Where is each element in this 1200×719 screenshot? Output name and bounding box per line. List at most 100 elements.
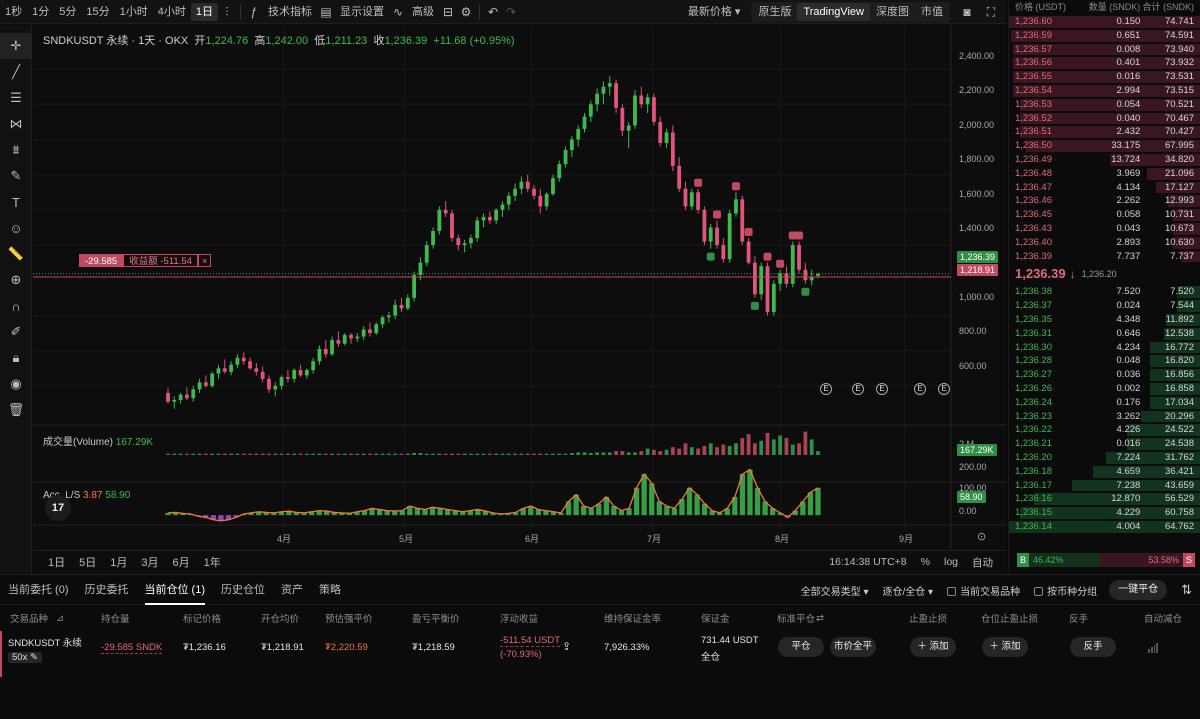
current-symbol-checkbox[interactable]: 当前交易品种 — [947, 583, 1020, 598]
range-1m[interactable]: 1月 — [103, 554, 134, 570]
view-native[interactable]: 原生版 — [752, 3, 797, 21]
camera-icon[interactable]: ◙ — [958, 3, 976, 21]
ask-row[interactable]: 1,236.56 0.401 73.932 — [1009, 56, 1200, 70]
bid-row[interactable]: 1,236.18 4.659 36.421 — [1009, 465, 1200, 479]
group-by-coin-checkbox[interactable]: 按币种分组 — [1034, 583, 1097, 598]
log-toggle[interactable]: log — [937, 556, 965, 568]
price-type-select[interactable]: 最新价格 ▾ — [683, 3, 746, 21]
bid-row[interactable]: 1,236.27 0.036 16.856 — [1009, 368, 1200, 382]
ask-row[interactable]: 1,236.40 2.893 10.630 — [1009, 236, 1200, 250]
interval-1d[interactable]: 1日 — [190, 2, 218, 21]
bid-row[interactable]: 1,236.26 0.002 16.858 — [1009, 382, 1200, 396]
brush-icon[interactable]: ✎ — [0, 163, 32, 189]
earnings-badge[interactable]: E — [938, 383, 950, 395]
pattern-icon[interactable]: ⋈ — [0, 111, 32, 137]
ask-row[interactable]: 1,236.55 0.016 73.531 — [1009, 70, 1200, 84]
gear-icon[interactable]: ⚙ — [457, 3, 475, 21]
bid-row[interactable]: 1,236.15 4.229 60.758 — [1009, 506, 1200, 520]
range-1d[interactable]: 1日 — [41, 554, 72, 570]
bid-row[interactable]: 1,236.14 4.004 64.762 — [1009, 520, 1200, 534]
interval-1m[interactable]: 1分 — [27, 3, 54, 21]
range-3m[interactable]: 3月 — [134, 554, 165, 570]
undo-icon[interactable]: ↶ — [484, 3, 502, 21]
ask-row[interactable]: 1,236.60 0.150 74.741 — [1009, 15, 1200, 29]
ask-row[interactable]: 1,236.49 13.724 34.820 — [1009, 153, 1200, 167]
view-tradingview[interactable]: TradingView — [797, 2, 870, 21]
range-1y[interactable]: 1年 — [197, 554, 228, 570]
lock-drawings-icon[interactable]: ✐ — [0, 319, 32, 345]
share-icon[interactable]: ⇪ — [562, 640, 571, 653]
advanced-button[interactable]: 高级 — [407, 3, 439, 21]
bid-row[interactable]: 1,236.37 0.024 7.544 — [1009, 299, 1200, 313]
ask-row[interactable]: 1,236.57 0.008 73.940 — [1009, 43, 1200, 57]
candle-style-icon[interactable]: ⫶ — [218, 3, 236, 21]
display-settings-button[interactable]: 显示设置 — [335, 3, 389, 21]
interval-4h[interactable]: 4小时 — [153, 3, 191, 21]
emoji-icon[interactable]: ☺ — [0, 215, 32, 241]
tab-open-orders[interactable]: 当前委托 (0) — [8, 575, 69, 605]
bid-row[interactable]: 1,236.22 4.226 24.522 — [1009, 423, 1200, 437]
zoom-in-icon[interactable]: ⊕ — [0, 267, 32, 293]
tab-position-history[interactable]: 历史仓位 — [221, 575, 265, 605]
earnings-badge[interactable]: E — [820, 383, 832, 395]
bid-row[interactable]: 1,236.20 7.224 31.762 — [1009, 451, 1200, 465]
ask-row[interactable]: 1,236.59 0.651 74.591 — [1009, 29, 1200, 43]
view-depth[interactable]: 深度图 — [870, 3, 915, 21]
leverage-badge[interactable]: 50x ✎ — [8, 651, 42, 663]
horizontal-lines-icon[interactable]: ☰ — [0, 85, 32, 111]
range-5d[interactable]: 5日 — [72, 554, 103, 570]
lock-icon[interactable]: 🔒︎ — [0, 345, 32, 371]
margin-mode-select[interactable]: 逐仓/全仓 ▾ — [883, 583, 934, 598]
trade-type-select[interactable]: 全部交易类型 ▾ — [801, 583, 869, 598]
time-settings-icon[interactable]: ⊙ — [977, 530, 986, 543]
ruler-icon[interactable]: 📏 — [0, 241, 32, 267]
ask-row[interactable]: 1,236.51 2.432 70.427 — [1009, 125, 1200, 139]
text-icon[interactable]: T — [0, 189, 32, 215]
interval-5m[interactable]: 5分 — [54, 3, 81, 21]
ask-row[interactable]: 1,236.45 0.058 10.731 — [1009, 208, 1200, 222]
trendline-icon[interactable]: ╱ — [0, 59, 32, 85]
fib-icon[interactable]: ⩩ — [0, 137, 32, 163]
close-position-button[interactable]: 平仓 — [778, 637, 824, 657]
trash-icon[interactable]: 🗑︎ — [0, 397, 32, 423]
earnings-badge[interactable]: E — [914, 383, 926, 395]
ask-row[interactable]: 1,236.43 0.043 10.673 — [1009, 222, 1200, 236]
interval-15m[interactable]: 15分 — [81, 3, 114, 21]
bid-row[interactable]: 1,236.17 7.238 43.659 — [1009, 479, 1200, 493]
interval-1h[interactable]: 1小时 — [115, 3, 153, 21]
pin-icon[interactable]: ⊿ — [56, 613, 64, 624]
bid-row[interactable]: 1,236.21 0.016 24.538 — [1009, 437, 1200, 451]
bid-row[interactable]: 1,236.16 12.870 56.529 — [1009, 492, 1200, 506]
ask-row[interactable]: 1,236.50 33.175 67.995 — [1009, 139, 1200, 153]
bid-row[interactable]: 1,236.38 7.520 7.520 — [1009, 285, 1200, 299]
ask-row[interactable]: 1,236.47 4.134 17.127 — [1009, 181, 1200, 195]
earnings-badge[interactable]: E — [876, 383, 888, 395]
redo-icon[interactable]: ↷ — [502, 3, 520, 21]
layout-icon[interactable]: ⊟ — [439, 3, 457, 21]
magnet-icon[interactable]: ∩ — [0, 293, 32, 319]
tab-strategies[interactable]: 策略 — [319, 575, 341, 605]
close-all-button[interactable]: 一键平仓 — [1109, 580, 1168, 600]
position-tp-sl-add-button[interactable]: ＋ 添加 — [982, 637, 1028, 657]
ask-row[interactable]: 1,236.54 2.994 73.515 — [1009, 84, 1200, 98]
position-line-tag[interactable]: -29.585 收益额 -511.54 × — [79, 254, 212, 267]
ask-row[interactable]: 1,236.39 7.737 7.737 — [1009, 250, 1200, 264]
chart-canvas[interactable] — [33, 25, 1006, 573]
bid-row[interactable]: 1,236.31 0.646 12.538 — [1009, 327, 1200, 341]
percent-toggle[interactable]: % — [914, 556, 937, 568]
close-position-icon[interactable]: × — [197, 254, 212, 267]
eye-icon[interactable]: ◉ — [0, 371, 32, 397]
reverse-button[interactable]: 反手 — [1070, 637, 1116, 657]
fullscreen-icon[interactable]: ⛶ — [982, 3, 1000, 21]
swap-icon[interactable]: ⇄ — [816, 613, 824, 624]
position-symbol[interactable]: SNDKUSDT 永续 — [8, 635, 82, 649]
ask-row[interactable]: 1,236.48 3.969 21.096 — [1009, 167, 1200, 181]
ask-row[interactable]: 1,236.53 0.054 70.521 — [1009, 98, 1200, 112]
bid-row[interactable]: 1,236.28 0.048 16.820 — [1009, 354, 1200, 368]
price-chart[interactable]: SNDKUSDT 永续 · 1天 · OKX 开1,224.76 高1,242.… — [33, 25, 1006, 573]
bid-row[interactable]: 1,236.24 0.176 17.034 — [1009, 396, 1200, 410]
interval-1s[interactable]: 1秒 — [0, 3, 27, 21]
bid-row[interactable]: 1,236.35 4.348 11.892 — [1009, 313, 1200, 327]
crosshair-icon[interactable]: ✛ — [0, 33, 32, 59]
tab-order-history[interactable]: 历史委托 — [85, 575, 129, 605]
